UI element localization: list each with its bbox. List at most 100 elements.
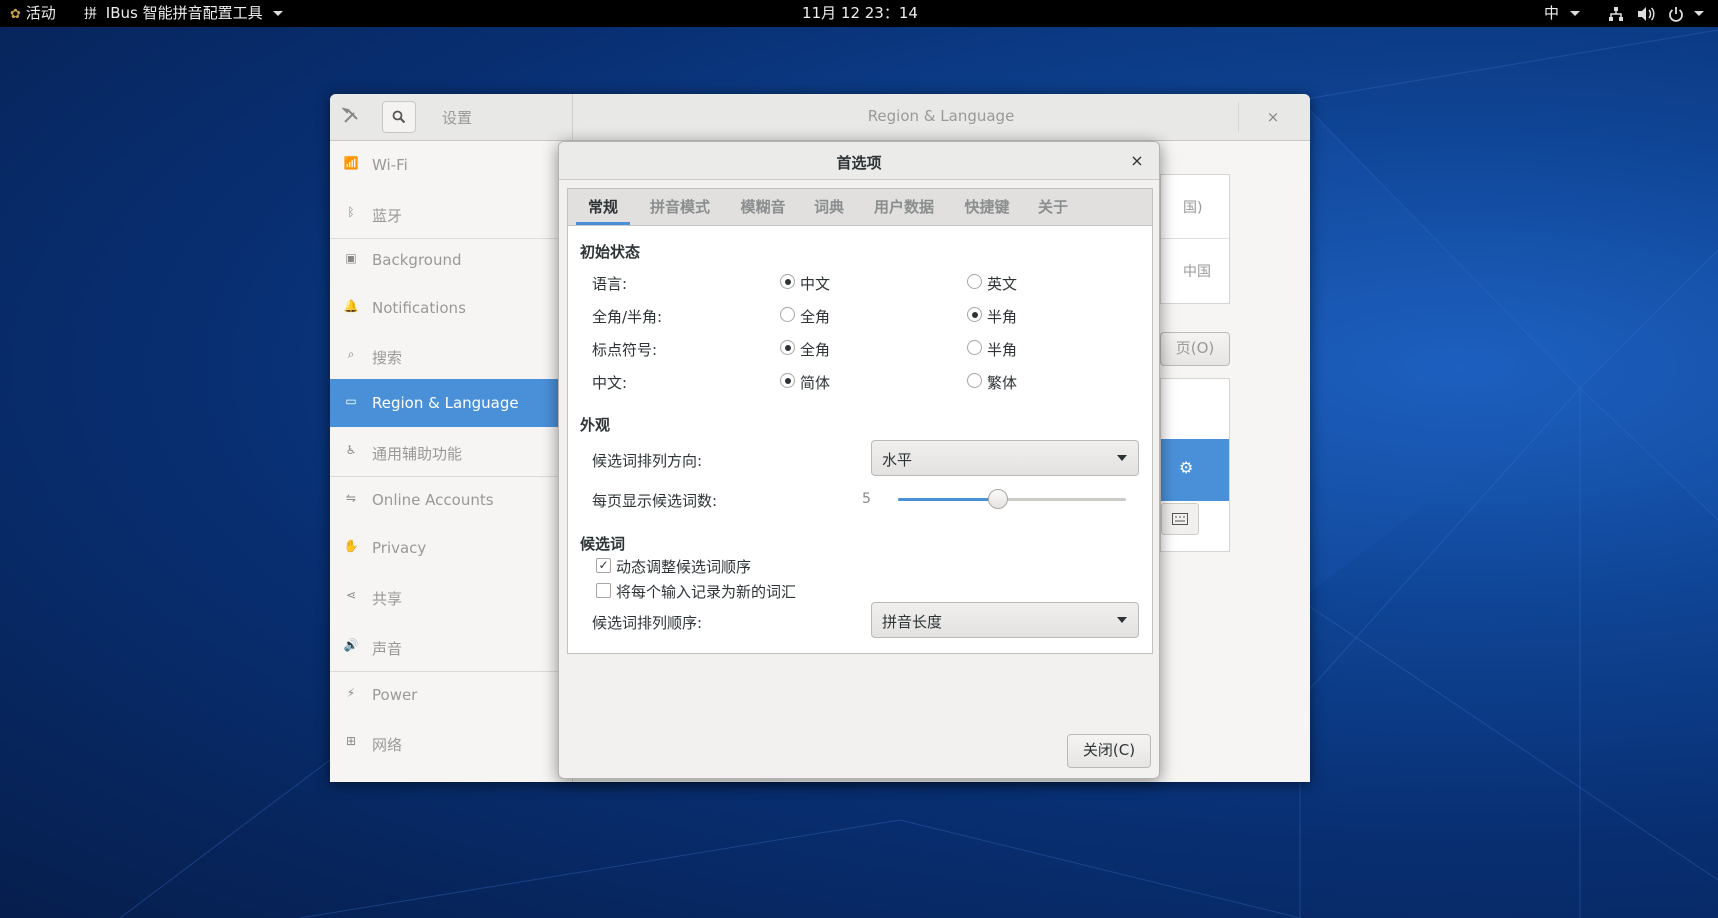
- close-button[interactable]: ×: [1258, 102, 1288, 132]
- radio-english[interactable]: [967, 274, 982, 289]
- top-bar: ✿ 活动 拼 IBus 智能拼音配置工具 11月 12 23：14 中: [0, 0, 1718, 27]
- orientation-dropdown[interactable]: 水平: [871, 440, 1139, 476]
- volume-icon: [1637, 6, 1655, 21]
- tab-pinyin-mode[interactable]: 拼音模式: [638, 189, 722, 225]
- wifi-icon: 📶: [343, 156, 359, 170]
- candidates-heading: 候选词: [580, 535, 626, 553]
- sidebar-item[interactable]: ⌕ 搜索: [330, 332, 572, 380]
- close-icon: ×: [1266, 108, 1280, 126]
- app-menu-label: IBus 智能拼音配置工具: [105, 4, 263, 22]
- tab-shortcuts[interactable]: 快捷键: [954, 189, 1020, 225]
- language-list[interactable]: 国) 中国: [1160, 174, 1230, 304]
- keyboard-icon: [1172, 513, 1188, 525]
- sidebar-item-label: 声音: [372, 640, 403, 658]
- sidebar-item[interactable]: 🔔 Notifications: [330, 284, 572, 332]
- network-icon: ⊞: [345, 734, 357, 748]
- sidebar-item[interactable]: ♿ 通用辅助功能: [330, 428, 572, 476]
- sidebar-item-label: Power: [372, 686, 418, 704]
- dialog-close-button[interactable]: ×: [1125, 149, 1149, 173]
- power-icon: [1668, 6, 1683, 22]
- language-fragment: 国): [1183, 200, 1203, 216]
- dynamic-adjust-checkbox[interactable]: ✓: [596, 558, 611, 573]
- tab-about[interactable]: 关于: [1028, 189, 1078, 225]
- sidebar-item[interactable]: ⚡ Power: [330, 671, 572, 719]
- close-dialog-button[interactable]: 关闭(C): [1067, 734, 1151, 768]
- radio-simplified-label: 简体: [800, 374, 831, 392]
- system-menu[interactable]: [1608, 0, 1705, 27]
- sidebar-item[interactable]: ᛒ 蓝牙: [330, 190, 572, 238]
- sidebar-item[interactable]: ▣ Background: [330, 236, 572, 284]
- record-new-checkbox[interactable]: [596, 583, 611, 598]
- initial-state-heading: 初始状态: [580, 243, 641, 261]
- share-icon: ⋖: [345, 588, 357, 602]
- sidebar-item-label: Region & Language: [372, 394, 519, 412]
- page-size-value: 5: [862, 491, 871, 507]
- sort-order-dropdown[interactable]: 拼音长度: [871, 602, 1139, 638]
- background-icon: ▣: [345, 251, 357, 265]
- radio-chinese[interactable]: [780, 274, 795, 289]
- language-label: 语言:: [592, 275, 628, 293]
- sidebar-item[interactable]: ⇋ Online Accounts: [330, 476, 572, 524]
- gnome-foot-icon: ✿: [10, 7, 21, 22]
- slider-knob[interactable]: [988, 489, 1009, 509]
- sidebar-item[interactable]: ⊞ 网络: [330, 719, 572, 767]
- chevron-down-icon: [1117, 617, 1127, 623]
- record-new-label: 将每个输入记录为新的词汇: [616, 583, 797, 601]
- tab-general[interactable]: 常规: [576, 189, 630, 225]
- network-icon: [1609, 6, 1623, 21]
- tools-icon: [340, 107, 362, 127]
- sidebar-item[interactable]: ▭ Region & Language: [330, 379, 572, 427]
- sidebar-item[interactable]: ⋖ 共享: [330, 573, 572, 621]
- chevron-down-icon: [273, 11, 284, 16]
- power-icon: ⚡: [346, 686, 356, 700]
- speaker-icon: 🔊: [343, 638, 359, 652]
- radio-punct-full[interactable]: [780, 340, 795, 355]
- dynamic-adjust-label: 动态调整候选词顺序: [616, 558, 752, 576]
- preferences-dialog: 首选项 × 常规 拼音模式 模糊音 词典 用户数据 快捷键 关于 初始状态 语言…: [558, 141, 1160, 779]
- chevron-down-icon: [1117, 455, 1127, 461]
- sidebar-item[interactable]: ✋ Privacy: [330, 524, 572, 572]
- accessibility-icon: ♿: [345, 443, 357, 457]
- radio-fullwidth[interactable]: [780, 307, 795, 322]
- gear-icon: ⚙: [1179, 458, 1194, 477]
- radio-traditional[interactable]: [967, 373, 982, 388]
- options-button[interactable]: 页(O): [1160, 332, 1230, 366]
- sidebar-item-label: 蓝牙: [372, 207, 403, 225]
- settings-sidebar: 📶 Wi-Fi ᛒ 蓝牙 ▣ Background 🔔 Notifications ⌕ 搜索 ▭ Re…: [330, 141, 573, 782]
- orientation-label: 候选词排列方向:: [592, 452, 703, 470]
- tab-dictionary[interactable]: 词典: [804, 189, 854, 225]
- tab-user-data[interactable]: 用户数据: [862, 189, 946, 225]
- radio-halfwidth[interactable]: [967, 307, 982, 322]
- keyboard-layout-button[interactable]: [1161, 503, 1199, 535]
- bell-icon: 🔔: [343, 299, 359, 313]
- radio-punct-full-label: 全角: [800, 341, 831, 359]
- activities-button[interactable]: ✿ 活动: [10, 0, 56, 27]
- clock[interactable]: 11月 12 23：14: [780, 0, 940, 27]
- radio-traditional-label: 繁体: [987, 374, 1018, 392]
- search-button[interactable]: [382, 101, 416, 133]
- dialog-title: 首选项: [836, 154, 882, 172]
- radio-fullwidth-label: 全角: [800, 308, 831, 326]
- bluetooth-icon: ᛒ: [347, 205, 355, 219]
- sort-order-value: 拼音长度: [882, 613, 943, 631]
- sidebar-item[interactable]: 🔊 声音: [330, 623, 572, 671]
- app-menu[interactable]: 拼 IBus 智能拼音配置工具: [84, 0, 284, 27]
- sidebar-item[interactable]: 📶 Wi-Fi: [330, 141, 572, 189]
- radio-simplified[interactable]: [780, 373, 795, 388]
- app-icon: 拼: [84, 7, 98, 22]
- sidebar-item-label: Privacy: [372, 539, 427, 557]
- radio-punct-half-label: 半角: [987, 341, 1018, 359]
- sort-order-label: 候选词排列顺序:: [592, 614, 703, 632]
- format-fragment: 中国: [1183, 264, 1211, 280]
- search-icon: ⌕: [347, 347, 355, 361]
- header-divider: [1238, 102, 1239, 132]
- radio-english-label: 英文: [987, 275, 1018, 293]
- dialog-header: 首选项 ×: [559, 142, 1159, 180]
- selected-input-source[interactable]: ⚙: [1161, 439, 1229, 501]
- input-method-indicator[interactable]: 中: [1544, 0, 1580, 27]
- tab-fuzzy[interactable]: 模糊音: [730, 189, 796, 225]
- close-icon: ×: [1130, 151, 1144, 170]
- page-size-slider[interactable]: [898, 489, 1126, 511]
- input-sources-list[interactable]: ⚙: [1160, 378, 1230, 552]
- radio-punct-half[interactable]: [967, 340, 982, 355]
